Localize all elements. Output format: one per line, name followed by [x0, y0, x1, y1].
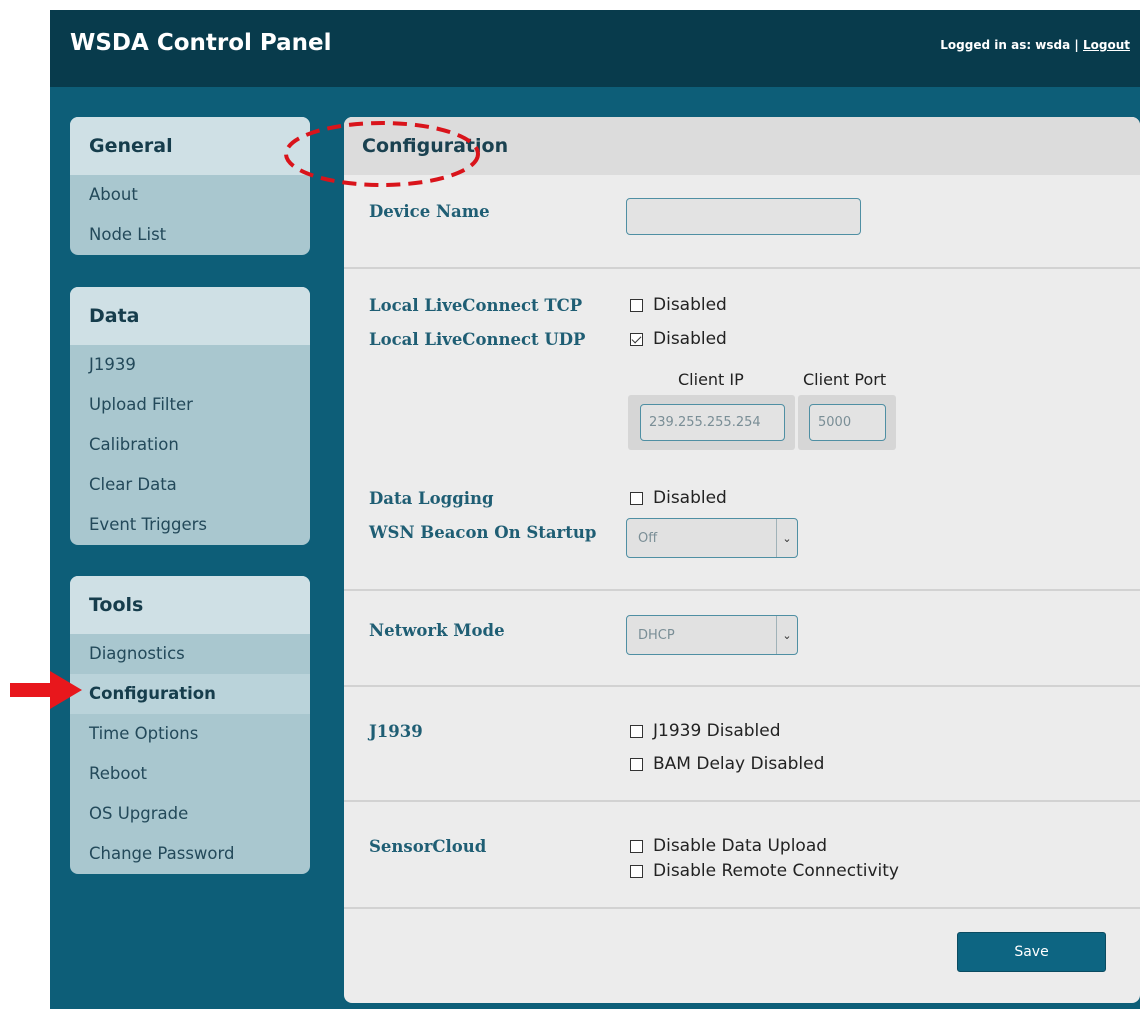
local-udp-checkbox[interactable]	[630, 332, 643, 346]
network-mode-label: Network Mode	[369, 621, 505, 640]
page-title: Configuration	[344, 117, 1140, 175]
j1939-disabled-label: J1939 Disabled	[653, 721, 781, 741]
sidebar-general-title: General	[70, 117, 310, 175]
chevron-down-icon: ⌄	[776, 616, 797, 654]
wsn-beacon-value: Off	[638, 530, 658, 546]
disable-data-upload-option: Disable Data Upload	[630, 836, 827, 856]
wsn-beacon-label: WSN Beacon On Startup	[369, 523, 597, 542]
disable-data-upload-label: Disable Data Upload	[653, 836, 828, 856]
network-section: Network Mode DHCP ⌄	[344, 591, 1140, 687]
local-tcp-label: Local LiveConnect TCP	[369, 296, 583, 315]
sidebar-item-reboot[interactable]: Reboot	[70, 754, 310, 794]
data-logging-checkbox[interactable]	[630, 491, 643, 505]
network-mode-value: DHCP	[638, 627, 675, 643]
sidebar-item-event-triggers[interactable]: Event Triggers	[70, 505, 310, 545]
logout-link[interactable]: Logout	[1083, 38, 1130, 52]
client-ip-input[interactable]: 239.255.255.254	[640, 404, 785, 441]
wsn-beacon-select[interactable]: Off ⌄	[626, 518, 798, 558]
logged-in-text: Logged in as: wsda |	[940, 38, 1079, 52]
bam-delay-label: BAM Delay Disabled	[653, 754, 825, 774]
client-ip-label: Client IP	[678, 370, 744, 389]
client-port-input[interactable]: 5000	[809, 404, 886, 441]
local-tcp-option: Disabled	[630, 295, 727, 315]
sensorcloud-label: SensorCloud	[369, 837, 487, 856]
header-bar: WSDA Control Panel Logged in as: wsda | …	[50, 10, 1140, 87]
data-logging-option-label: Disabled	[653, 488, 727, 508]
sidebar-item-calibration[interactable]: Calibration	[70, 425, 310, 465]
data-logging-option: Disabled	[630, 488, 727, 508]
device-name-input[interactable]	[626, 198, 861, 235]
j1939-disabled-option: J1939 Disabled	[630, 721, 781, 741]
sidebar-item-configuration[interactable]: Configuration	[70, 674, 310, 714]
local-tcp-checkbox[interactable]	[630, 298, 643, 312]
j1939-label: J1939	[369, 722, 423, 741]
sidebar-item-diagnostics[interactable]: Diagnostics	[70, 634, 310, 674]
device-name-section: Device Name	[344, 175, 1140, 269]
sidebar-item-about[interactable]: About	[70, 175, 310, 215]
sidebar-item-j1939[interactable]: J1939	[70, 345, 310, 385]
local-udp-label: Local LiveConnect UDP	[369, 330, 586, 349]
local-udp-option: Disabled	[630, 329, 727, 349]
chevron-down-icon: ⌄	[776, 519, 797, 557]
save-button[interactable]: Save	[957, 932, 1106, 972]
sidebar-item-clear-data[interactable]: Clear Data	[70, 465, 310, 505]
client-port-label: Client Port	[803, 370, 887, 389]
sidebar-item-change-password[interactable]: Change Password	[70, 834, 310, 874]
sidebar-tools-panel: Tools Diagnostics Configuration Time Opt…	[70, 576, 310, 874]
app-window: WSDA Control Panel Logged in as: wsda | …	[50, 10, 1140, 1009]
sensorcloud-section: SensorCloud Disable Data Upload Disable …	[344, 802, 1140, 909]
network-mode-select[interactable]: DHCP ⌄	[626, 615, 798, 655]
connectivity-section: Local LiveConnect TCP Disabled Local Liv…	[344, 269, 1140, 591]
sidebar-data-panel: Data J1939 Upload Filter Calibration Cle…	[70, 287, 310, 545]
disable-data-upload-checkbox[interactable]	[630, 839, 643, 853]
local-tcp-option-label: Disabled	[653, 295, 727, 315]
local-udp-option-label: Disabled	[653, 329, 727, 349]
j1939-disabled-checkbox[interactable]	[630, 724, 643, 738]
configuration-panel: Configuration Device Name Local LiveConn…	[344, 117, 1140, 1003]
disable-remote-connectivity-checkbox[interactable]	[630, 864, 643, 878]
sidebar-item-time-options[interactable]: Time Options	[70, 714, 310, 754]
data-logging-label: Data Logging	[369, 489, 494, 508]
bam-delay-option: BAM Delay Disabled	[630, 754, 824, 774]
arrow-right-icon	[10, 671, 82, 709]
bam-delay-checkbox[interactable]	[630, 757, 643, 771]
sidebar-item-upload-filter[interactable]: Upload Filter	[70, 385, 310, 425]
app-title: WSDA Control Panel	[70, 30, 332, 56]
sidebar-general-panel: General About Node List	[70, 117, 310, 255]
sidebar-data-title: Data	[70, 287, 310, 345]
disable-remote-connectivity-option: Disable Remote Connectivity	[630, 861, 899, 881]
sidebar-item-node-list[interactable]: Node List	[70, 215, 310, 255]
login-status: Logged in as: wsda | Logout	[940, 38, 1130, 52]
sidebar-tools-title: Tools	[70, 576, 310, 634]
disable-remote-connectivity-label: Disable Remote Connectivity	[653, 861, 899, 881]
device-name-label: Device Name	[369, 202, 490, 221]
sidebar-item-os-upgrade[interactable]: OS Upgrade	[70, 794, 310, 834]
j1939-section: J1939 J1939 Disabled BAM Delay Disabled	[344, 687, 1140, 802]
